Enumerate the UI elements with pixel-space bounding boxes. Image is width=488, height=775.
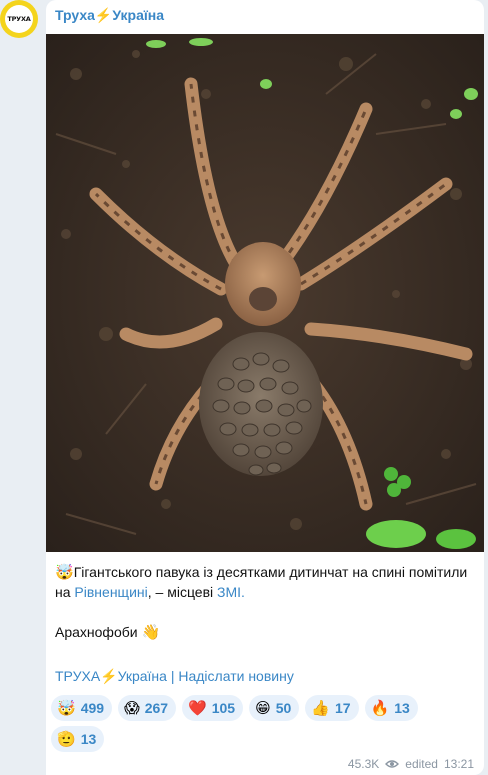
fire-icon: 🔥 <box>370 698 390 717</box>
avatar-logo-text: ТРУХА <box>5 5 33 33</box>
eye-icon <box>385 760 400 768</box>
reaction-exploding-head[interactable]: 🤯 499 <box>51 695 113 721</box>
reaction-fire[interactable]: 🔥 13 <box>364 695 418 721</box>
tarantula-photo-illustration <box>46 34 484 552</box>
reaction-count: 13 <box>394 700 410 716</box>
heart-icon: ❤️ <box>188 698 207 717</box>
media-link[interactable]: ЗМІ. <box>217 584 245 600</box>
view-count: 45.3K <box>347 757 380 771</box>
channel-footer-links[interactable]: ТРУХА⚡Україна | Надіслати новину <box>55 668 294 685</box>
reactions-bar: 🤯 499 😱 267 ❤️ 105 😁 50 👍 17 🔥 13 🫡 13 <box>51 695 476 752</box>
reaction-grin[interactable]: 😁 50 <box>249 695 300 721</box>
message-bubble: Труха⚡Україна 🤯Гігантського павука із де… <box>46 0 484 775</box>
channel-name[interactable]: Труха⚡Україна <box>55 7 164 24</box>
post-line2: Арахнофоби <box>55 624 142 640</box>
post-paragraph-1: 🤯Гігантського павука із десятками дитинч… <box>55 562 475 602</box>
saluting-face-icon: 🫡 <box>57 729 76 748</box>
reaction-salute[interactable]: 🫡 13 <box>51 726 105 752</box>
reaction-heart[interactable]: ❤️ 105 <box>182 695 244 721</box>
reaction-scream[interactable]: 😱 267 <box>118 695 177 721</box>
message-time: 13:21 <box>443 757 474 771</box>
reaction-count: 50 <box>275 700 292 716</box>
grinning-face-icon: 😁 <box>255 698 271 717</box>
screaming-face-icon: 😱 <box>124 698 140 717</box>
reaction-count: 17 <box>335 700 351 716</box>
edited-label: edited <box>405 757 438 771</box>
thumbs-up-icon: 👍 <box>311 698 330 717</box>
reaction-count: 267 <box>144 700 169 716</box>
post-photo[interactable] <box>46 34 484 552</box>
post-text: 🤯Гігантського павука із десятками дитинч… <box>55 562 475 642</box>
exploding-head-icon: 🤯 <box>57 698 76 717</box>
waving-hand-emoji-icon: 👋 <box>141 623 161 641</box>
reaction-count: 13 <box>80 731 97 747</box>
post-text-part2: , – місцеві <box>147 584 218 600</box>
reaction-thumbs-up[interactable]: 👍 17 <box>305 695 359 721</box>
post-paragraph-2: Арахнофоби 👋 <box>55 622 475 642</box>
exploding-head-emoji-icon: 🤯 <box>55 563 74 581</box>
channel-avatar[interactable]: ТРУХА <box>0 0 38 38</box>
reaction-count: 499 <box>80 700 105 716</box>
reaction-count: 105 <box>211 700 236 716</box>
message-meta: 45.3K edited 13:21 <box>348 757 474 771</box>
region-link[interactable]: Рівненщині <box>74 584 147 600</box>
